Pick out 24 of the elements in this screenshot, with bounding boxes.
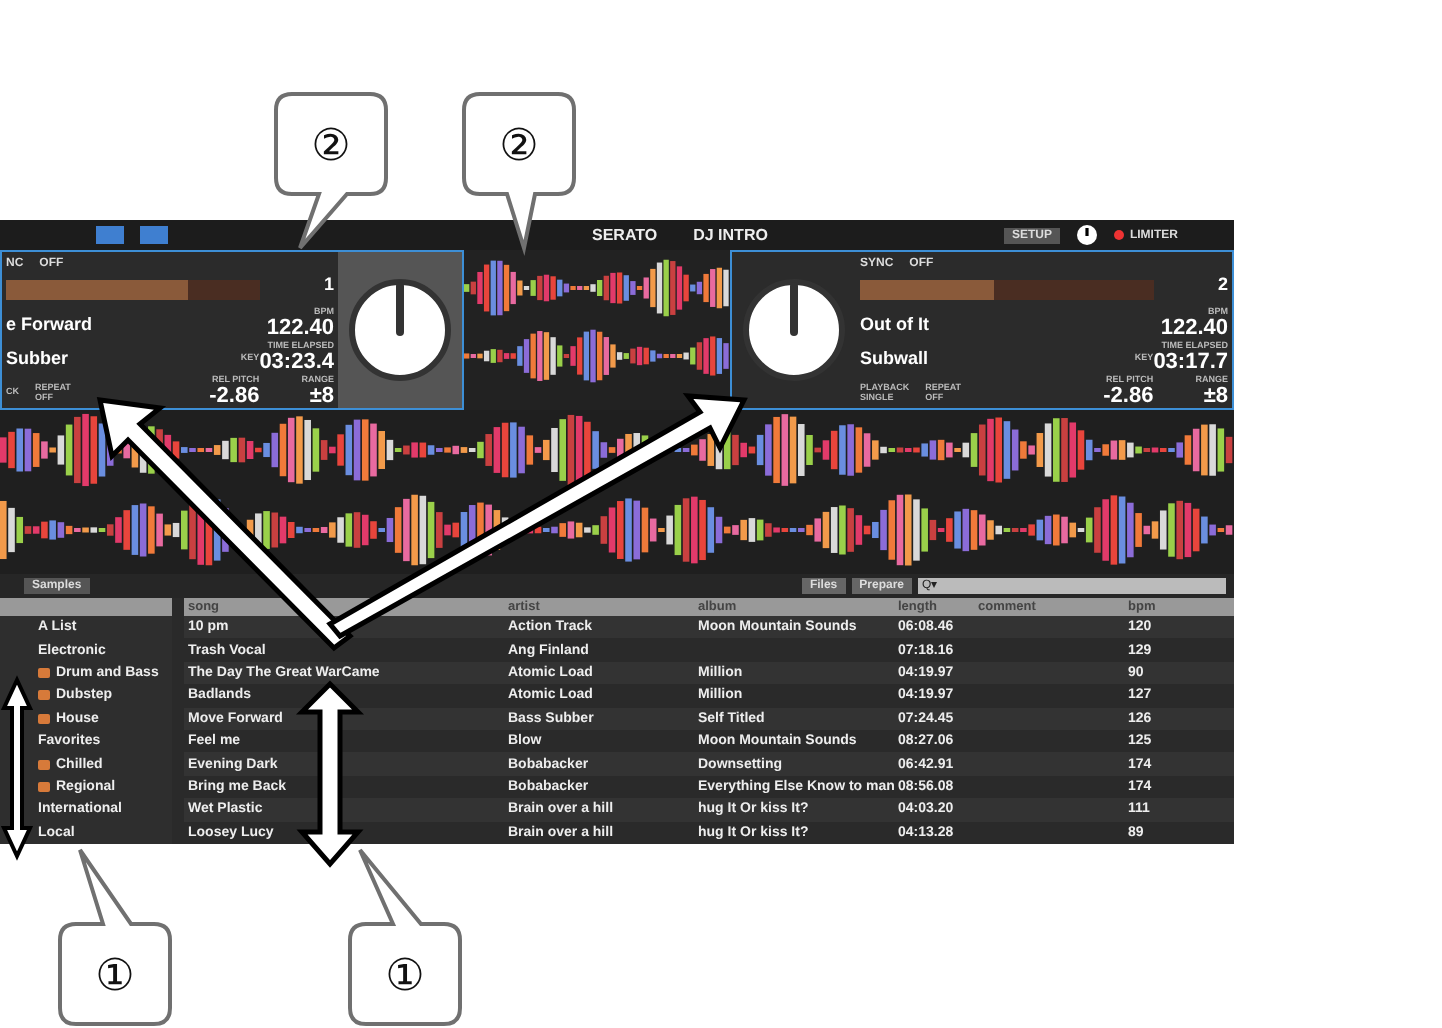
time-value: 03:17.7	[1153, 350, 1228, 374]
callout-bubble: ①	[348, 848, 462, 1026]
pitch-value: -2.86	[209, 384, 260, 408]
track-title: e Forward	[6, 313, 95, 333]
bpm-value: 122.40	[266, 316, 334, 340]
deck-number: 1	[321, 274, 334, 298]
mode-title: DJ INTRO	[693, 226, 768, 244]
track-title: Out of It	[860, 313, 931, 333]
callout-bubble: ②	[462, 92, 576, 250]
power-icon[interactable]	[1075, 224, 1098, 246]
limiter-indicator-icon	[1113, 230, 1124, 240]
callout-bubble: ①	[58, 848, 172, 1026]
platter-icon[interactable]	[742, 278, 846, 382]
track-artist: Subwall	[860, 347, 931, 367]
range-value: ±8	[309, 384, 334, 408]
pitch-value: -2.86	[1103, 384, 1154, 408]
callout-bubble: ②	[274, 92, 388, 250]
bpm-value: 122.40	[1160, 316, 1228, 340]
range-value: ±8	[1203, 384, 1228, 408]
track-artist: Subber	[6, 347, 71, 367]
platter-icon[interactable]	[348, 278, 452, 382]
time-value: 03:23.4	[259, 350, 334, 374]
app-logo: SERATO	[592, 226, 658, 244]
deck-number: 2	[1215, 274, 1228, 298]
